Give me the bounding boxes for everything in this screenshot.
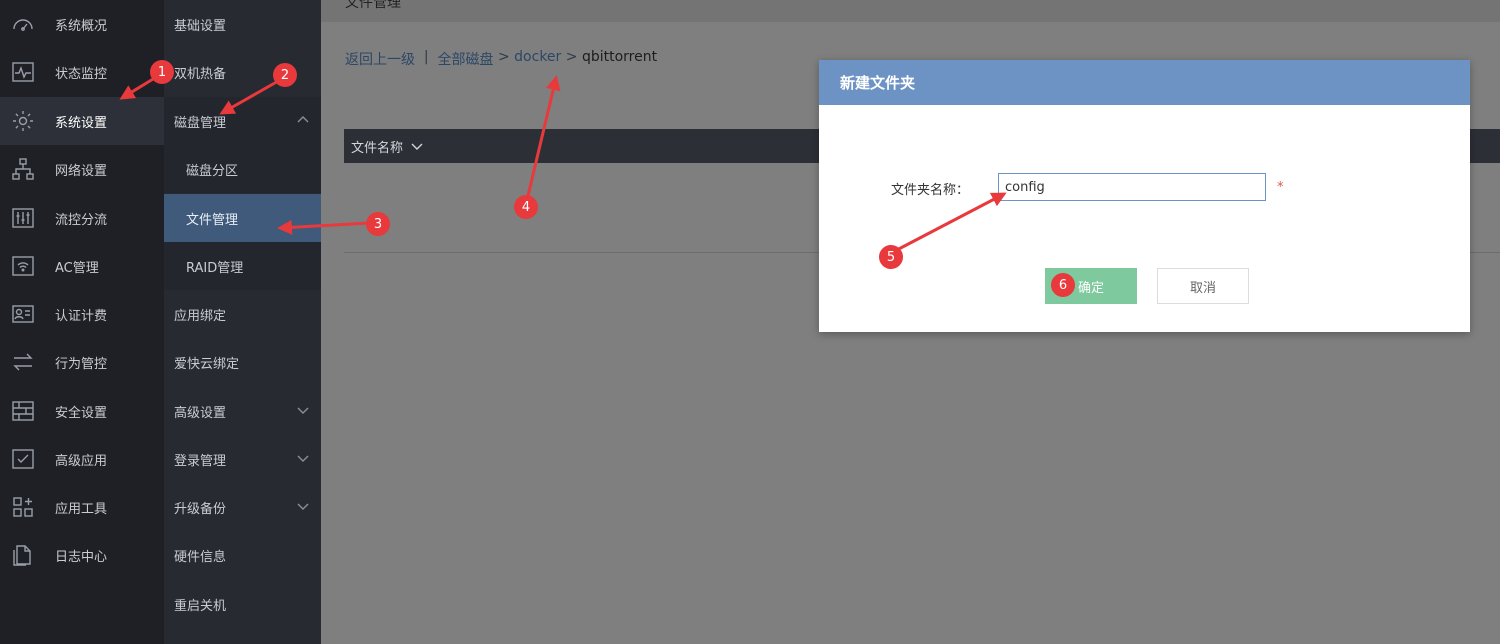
log-icon [10, 542, 36, 568]
dashboard-icon [10, 11, 36, 37]
nav-item-label: 应用工具 [55, 501, 108, 517]
submenu-login-management[interactable]: 登录管理 [164, 435, 321, 483]
submenu-label: 双机热备 [174, 66, 227, 82]
submenu-label: 升级备份 [174, 501, 227, 517]
nav-item-network-settings[interactable]: 网络设置 [0, 145, 164, 193]
nav-item-label: 高级应用 [55, 453, 108, 469]
folder-name-input[interactable] [998, 173, 1266, 201]
breadcrumb-current: qbittorrent [581, 49, 658, 65]
submenu-disk-partition[interactable]: 磁盘分区 [164, 145, 321, 193]
annotation-badge-1: 1 [150, 60, 174, 84]
sliders-icon [10, 205, 36, 231]
submenu-disk-management[interactable]: 磁盘管理 [164, 97, 321, 145]
submenu-hot-standby[interactable]: 双机热备 [164, 48, 321, 96]
submenu-reboot-shutdown[interactable]: 重启关机 [164, 580, 321, 628]
nav-item-label: AC管理 [55, 260, 99, 276]
submenu-label: 文件管理 [186, 212, 239, 228]
apps-icon [10, 494, 36, 520]
column-label: 文件名称 [351, 140, 404, 156]
folder-name-label: 文件夹名称： [891, 183, 970, 198]
nav-item-label: 日志中心 [55, 549, 108, 565]
nav-item-label: 状态监控 [55, 66, 108, 82]
submenu-label: 登录管理 [174, 453, 227, 469]
checklist-icon [10, 446, 36, 472]
chevron-up-icon [297, 114, 309, 126]
submenu-app-binding[interactable]: 应用绑定 [164, 290, 321, 338]
submenu-label: 硬件信息 [174, 549, 227, 565]
nav-item-system-overview[interactable]: 系统概况 [0, 0, 164, 48]
nav-item-label: 网络设置 [55, 163, 108, 179]
submenu-upgrade-backup[interactable]: 升级备份 [164, 483, 321, 531]
annotation-badge-3: 3 [366, 212, 390, 236]
required-mark: * [1277, 180, 1284, 195]
submenu-basic-settings[interactable]: 基础设置 [164, 0, 321, 48]
submenu-label: 高级设置 [174, 405, 227, 421]
nav-item-label: 行为管控 [55, 356, 108, 372]
submenu-label: 基础设置 [174, 18, 227, 34]
annotation-badge-6: 6 [1051, 273, 1075, 297]
nav-item-advanced-apps[interactable]: 高级应用 [0, 435, 164, 483]
firewall-icon [10, 398, 36, 424]
breadcrumb-docker-link[interactable]: docker [514, 49, 561, 69]
breadcrumb-back-link[interactable]: 返回上一级 [345, 49, 415, 69]
monitor-icon [10, 59, 36, 85]
submenu-label: 磁盘管理 [174, 115, 227, 131]
nav-item-behavior-control[interactable]: 行为管控 [0, 338, 164, 386]
breadcrumb-arrow: > [565, 49, 578, 65]
page-title: 文件管理 [345, 0, 401, 11]
chevron-down-icon [297, 404, 309, 416]
new-folder-dialog: 新建文件夹 文件夹名称： * 确定 取消 [819, 60, 1470, 332]
breadcrumb: 返回上一级 | 全部磁盘 > docker > qbittorrent [345, 49, 657, 69]
chevron-down-icon [411, 143, 423, 150]
gear-icon [10, 108, 36, 134]
column-file-name[interactable]: 文件名称 [351, 137, 423, 156]
arrows-icon [10, 349, 36, 375]
nav-item-label: 认证计费 [55, 308, 108, 324]
nav-item-app-tools[interactable]: 应用工具 [0, 483, 164, 531]
nav-item-auth-billing[interactable]: 认证计费 [0, 290, 164, 338]
wifi-icon [10, 253, 36, 279]
submenu-label: 爱快云绑定 [174, 356, 240, 372]
submenu-label: 重启关机 [174, 598, 227, 614]
breadcrumb-root-link[interactable]: 全部磁盘 [438, 49, 494, 69]
nav-item-status-monitor[interactable]: 状态监控 [0, 48, 164, 96]
annotation-badge-5: 5 [879, 245, 903, 269]
submenu-file-management[interactable]: 文件管理 [164, 194, 321, 242]
chevron-down-icon [297, 500, 309, 512]
dialog-title: 新建文件夹 [819, 60, 1470, 105]
id-card-icon [10, 301, 36, 327]
secondary-sidebar: 基础设置 双机热备 磁盘管理 磁盘分区 文件管理 RAID管理 应用绑定 爱快云… [164, 0, 321, 644]
annotation-badge-4: 4 [514, 195, 538, 219]
submenu-raid-management[interactable]: RAID管理 [164, 242, 321, 290]
nav-item-label: 安全设置 [55, 405, 108, 421]
chevron-down-icon [297, 452, 309, 464]
submenu-label: 应用绑定 [174, 308, 227, 324]
nav-item-security-settings[interactable]: 安全设置 [0, 387, 164, 435]
annotation-badge-2: 2 [273, 63, 297, 87]
nav-item-ac-management[interactable]: AC管理 [0, 242, 164, 290]
submenu-hardware-info[interactable]: 硬件信息 [164, 531, 321, 579]
network-icon [10, 156, 36, 182]
breadcrumb-arrow: > [497, 49, 510, 65]
submenu-cloud-binding[interactable]: 爱快云绑定 [164, 338, 321, 386]
submenu-label: RAID管理 [186, 260, 244, 276]
nav-item-label: 系统概况 [55, 18, 108, 34]
nav-item-label: 系统设置 [55, 115, 108, 131]
nav-item-system-settings[interactable]: 系统设置 [0, 97, 164, 145]
page-header: 文件管理 [321, 0, 1500, 22]
cancel-button[interactable]: 取消 [1157, 268, 1249, 304]
primary-sidebar: 系统概况 状态监控 系统设置 网络设置 流控分流 AC管理 认证计费 行为管控 … [0, 0, 164, 644]
submenu-advanced-settings[interactable]: 高级设置 [164, 387, 321, 435]
nav-item-label: 流控分流 [55, 212, 108, 228]
nav-item-flow-control[interactable]: 流控分流 [0, 194, 164, 242]
nav-item-log-center[interactable]: 日志中心 [0, 531, 164, 579]
submenu-label: 磁盘分区 [186, 163, 239, 179]
